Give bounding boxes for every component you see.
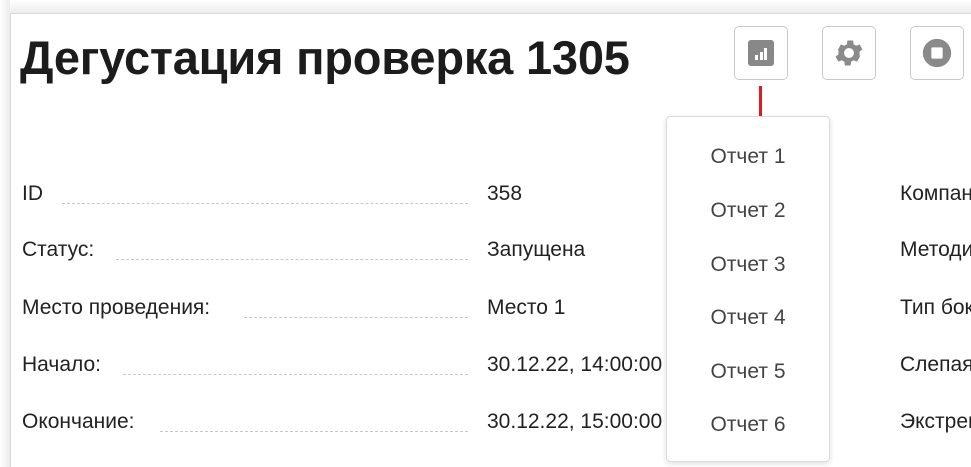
report-button[interactable]	[734, 26, 788, 80]
right-label-box-type: Тип бокса	[900, 296, 971, 319]
right-label-company: Компания	[900, 182, 971, 205]
menu-item-report-4[interactable]: Отчет 4	[667, 305, 829, 331]
detail-value: 30.12.22, 14:00:00	[487, 353, 663, 376]
window-frame-top	[0, 0, 971, 13]
settings-button[interactable]	[822, 26, 876, 80]
detail-label: Начало:	[22, 353, 102, 376]
stop-button[interactable]	[910, 26, 964, 80]
bar-chart-icon	[748, 40, 774, 66]
leader-dots	[62, 203, 468, 204]
menu-item-report-2[interactable]: Отчет 2	[667, 198, 829, 224]
report-dropdown-menu: Отчет 1 Отчет 2 Отчет 3 Отчет 4 Отчет 5 …	[666, 116, 830, 462]
menu-item-report-6[interactable]: Отчет 6	[667, 412, 829, 438]
menu-item-report-5[interactable]: Отчет 5	[667, 359, 829, 385]
leader-dots	[244, 317, 468, 318]
menu-item-report-1[interactable]: Отчет 1	[667, 144, 829, 170]
detail-label: Окончание:	[22, 410, 135, 433]
right-label-urgent: Экстренная	[900, 410, 971, 433]
detail-value: Место 1	[487, 296, 566, 319]
gear-icon	[835, 40, 863, 66]
annotation-arrow-shaft	[759, 86, 762, 120]
leader-dots	[123, 374, 468, 375]
leader-dots	[160, 431, 468, 432]
window-frame-left	[0, 0, 10, 467]
app-window: Дегустация проверка 1305 ID 358 Статус: …	[0, 0, 971, 467]
right-label-blind: Слепая	[900, 353, 971, 376]
leader-dots	[116, 259, 468, 260]
menu-item-report-3[interactable]: Отчет 3	[667, 252, 829, 278]
detail-value: 30.12.22, 15:00:00	[487, 410, 663, 433]
stop-circle-icon	[922, 38, 952, 68]
detail-value: 358	[487, 182, 523, 205]
detail-label: Статус:	[22, 238, 95, 261]
detail-value: Запущена	[487, 238, 586, 261]
page-title: Дегустация проверка 1305	[20, 31, 630, 84]
right-label-method: Методика	[900, 238, 971, 261]
detail-label: Место проведения:	[22, 296, 211, 319]
detail-label: ID	[22, 182, 43, 205]
